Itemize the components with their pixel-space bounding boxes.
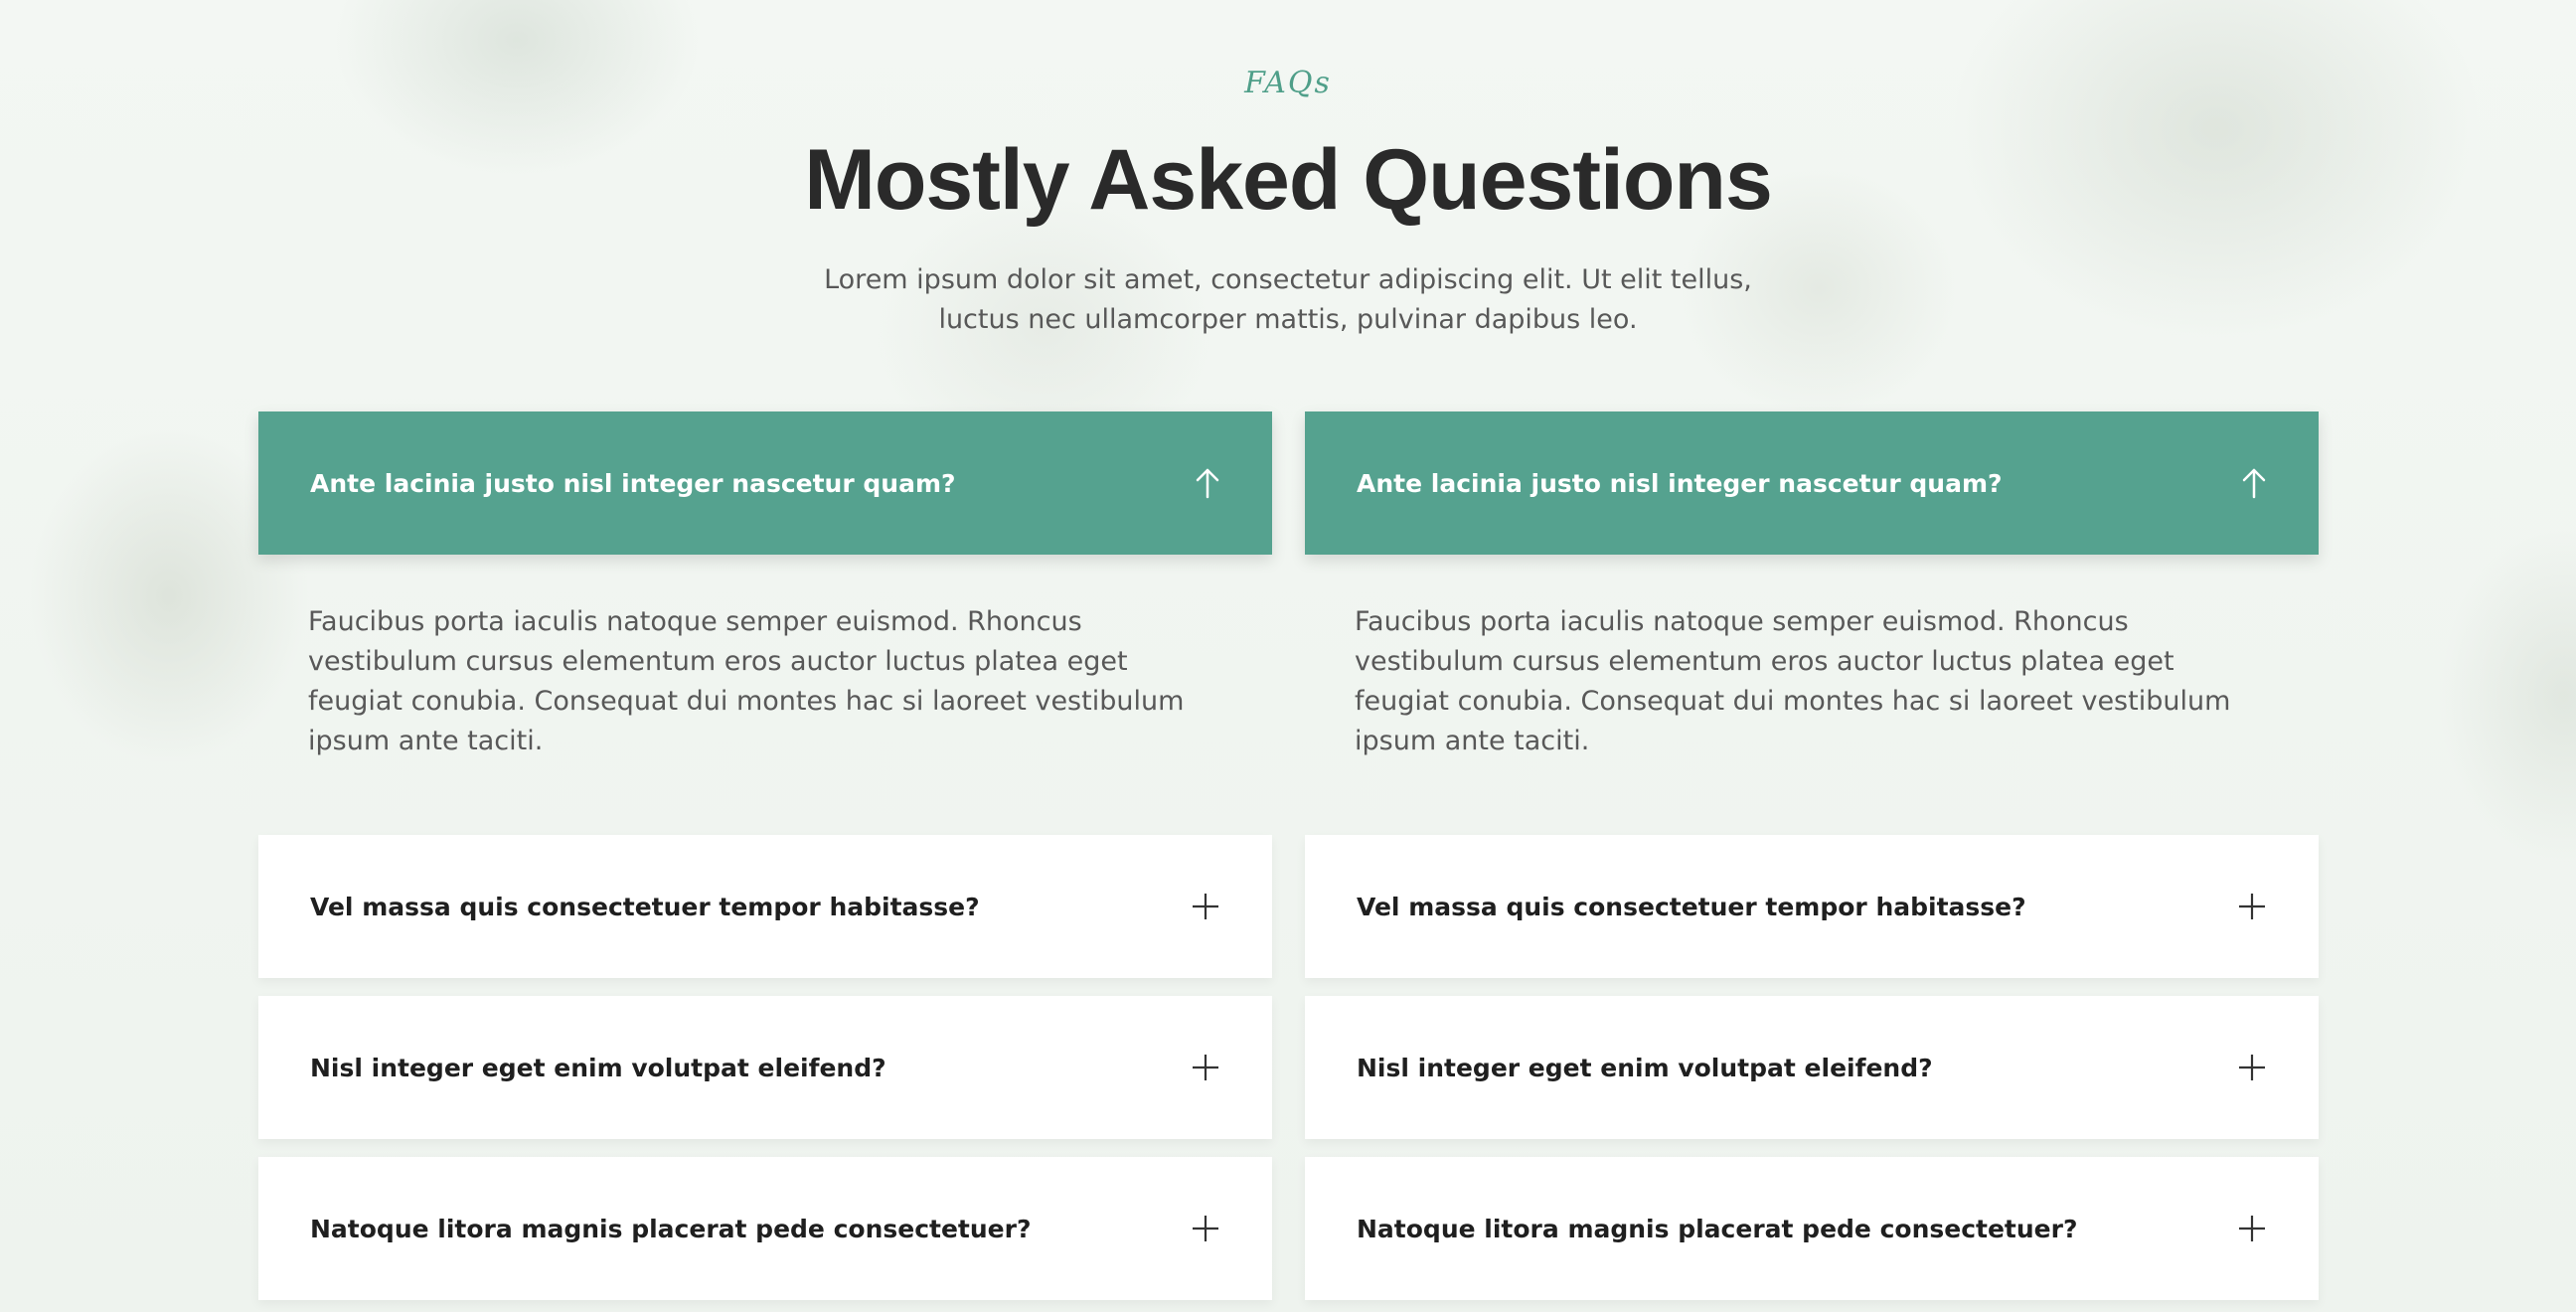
faq-question-closed[interactable]: Vel massa quis consectetuer tempor habit… <box>258 835 1272 978</box>
faq-question-text: Vel massa quis consectetuer tempor habit… <box>1357 892 2026 921</box>
plus-icon[interactable] <box>1191 1053 1220 1082</box>
plus-icon[interactable] <box>2237 892 2267 921</box>
faq-answer-text: Faucibus porta iaculis natoque semper eu… <box>1355 606 2231 756</box>
faq-question-closed[interactable]: Vel massa quis consectetuer tempor habit… <box>1305 835 2319 978</box>
faq-question-text: Vel massa quis consectetuer tempor habit… <box>310 892 980 921</box>
plus-icon[interactable] <box>1191 1214 1220 1243</box>
section-subtitle: Lorem ipsum dolor sit amet, consectetur … <box>824 264 1752 335</box>
faq-column-left: Ante lacinia justo nisl integer nascetur… <box>258 411 1272 1300</box>
faq-section: FAQs Mostly Asked Questions Lorem ipsum … <box>0 0 2576 1312</box>
faq-column-right: Ante lacinia justo nisl integer nascetur… <box>1305 411 2319 1300</box>
faq-question-text: Ante lacinia justo nisl integer nascetur… <box>310 468 956 498</box>
faq-answer-text: Faucibus porta iaculis natoque semper eu… <box>308 606 1185 756</box>
faq-question-text: Nisl integer eget enim volutpat eleifend… <box>1357 1053 1933 1082</box>
plus-icon[interactable] <box>2237 1214 2267 1243</box>
section-title: Mostly Asked Questions <box>804 132 1773 228</box>
faq-question-closed[interactable]: Nisl integer eget enim volutpat eleifend… <box>258 996 1272 1139</box>
plus-icon[interactable] <box>1191 892 1220 921</box>
faq-question-closed[interactable]: Natoque litora magnis placerat pede cons… <box>1305 1157 2319 1300</box>
faq-question-text: Ante lacinia justo nisl integer nascetur… <box>1357 468 2003 498</box>
arrow-up-icon[interactable] <box>2241 467 2267 499</box>
faq-question-closed[interactable]: Nisl integer eget enim volutpat eleifend… <box>1305 996 2319 1139</box>
faq-question-text: Nisl integer eget enim volutpat eleifend… <box>310 1053 886 1082</box>
faq-question-closed[interactable]: Natoque litora magnis placerat pede cons… <box>258 1157 1272 1300</box>
section-eyebrow: FAQs <box>1244 66 1332 100</box>
faq-question-text: Natoque litora magnis placerat pede cons… <box>310 1214 1032 1243</box>
faq-question-open[interactable]: Ante lacinia justo nisl integer nascetur… <box>1305 411 2319 555</box>
plus-icon[interactable] <box>2237 1053 2267 1082</box>
faq-question-open[interactable]: Ante lacinia justo nisl integer nascetur… <box>258 411 1272 555</box>
arrow-up-icon[interactable] <box>1195 467 1220 499</box>
faq-question-text: Natoque litora magnis placerat pede cons… <box>1357 1214 2078 1243</box>
